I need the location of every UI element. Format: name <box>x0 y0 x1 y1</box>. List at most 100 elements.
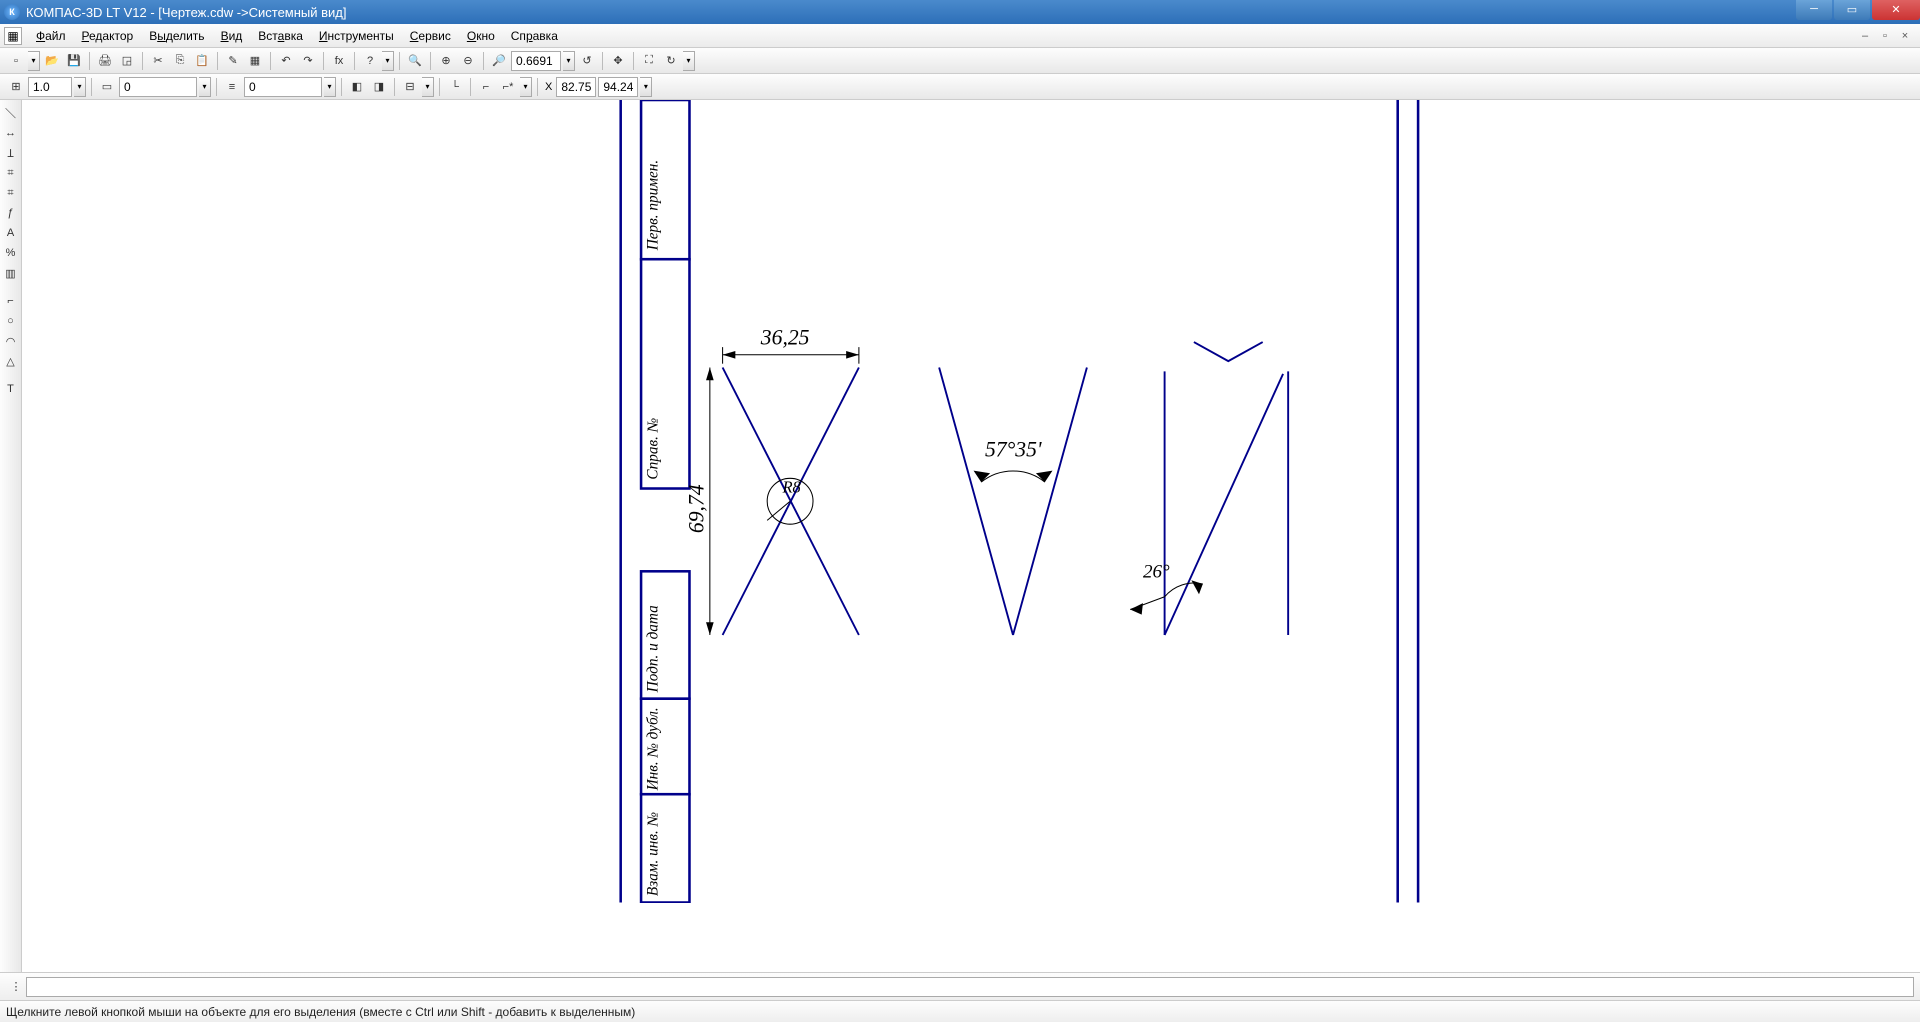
menu-select[interactable]: Выделить <box>141 26 212 46</box>
help-dropdown[interactable]: ▾ <box>382 51 394 71</box>
menu-file[interactable]: Файл <box>28 26 74 46</box>
dimensions-icon[interactable]: ↔ <box>2 124 20 142</box>
angle-1: 57°35' <box>985 438 1042 462</box>
snap-global-icon[interactable]: ⌐* <box>498 77 518 97</box>
text-tool-icon[interactable]: T <box>2 380 20 398</box>
menu-insert[interactable]: Вставка <box>250 26 311 46</box>
paste-icon[interactable]: 📋 <box>192 51 212 71</box>
document-icon[interactable]: ▦ <box>4 27 22 45</box>
grid-icon[interactable]: ⊟ <box>400 77 420 97</box>
workspace: ＼ ↔ Ʇ ⌗ ⌗ ƒ А % ▥ ⌐ ○ ◠ △ T Перв. примен… <box>0 100 1920 972</box>
cmd-handle-icon[interactable]: ⋮ <box>6 977 26 997</box>
step-icon[interactable]: ⊞ <box>6 77 26 97</box>
circle-tool-icon[interactable]: ○ <box>2 312 20 330</box>
layer-dropdown[interactable]: ▾ <box>324 77 336 97</box>
zoom-in-icon[interactable]: ⊕ <box>436 51 456 71</box>
coord-x-label: X <box>543 81 554 93</box>
color-icon[interactable]: ◧ <box>347 77 367 97</box>
open-icon[interactable]: 📂 <box>42 51 62 71</box>
redo-icon[interactable]: ↷ <box>298 51 318 71</box>
dim-width: 36,25 <box>760 326 810 350</box>
minimize-button[interactable]: ─ <box>1796 0 1832 20</box>
zoom-prev-icon[interactable]: ↺ <box>577 51 597 71</box>
geometry-icon[interactable]: ＼ <box>2 104 20 122</box>
measure-icon[interactable]: А <box>2 224 20 242</box>
new-doc-icon[interactable]: ▫ <box>6 51 26 71</box>
coord-y-input[interactable] <box>598 77 638 97</box>
menu-window[interactable]: Окно <box>459 26 503 46</box>
copy-icon[interactable]: ⎘ <box>170 51 190 71</box>
select-tool-icon[interactable]: % <box>2 244 20 262</box>
menubar: ▦ Файл Редактор Выделить Вид Вставка Инс… <box>0 24 1920 48</box>
maximize-button[interactable]: ▭ <box>1834 0 1870 20</box>
drawing-svg: Перв. примен. Справ. № Подп. и дата Инв.… <box>22 100 1920 903</box>
params-icon[interactable]: ƒ <box>2 204 20 222</box>
zoom-input[interactable] <box>511 51 561 71</box>
canvas[interactable]: Перв. примен. Справ. № Подп. и дата Инв.… <box>22 100 1920 972</box>
color2-icon[interactable]: ◨ <box>369 77 389 97</box>
cut-icon[interactable]: ✂ <box>148 51 168 71</box>
zoom-window-icon[interactable]: 🔍 <box>405 51 425 71</box>
edit-icon[interactable]: ⌗ <box>2 184 20 202</box>
step-dropdown[interactable]: ▾ <box>74 77 86 97</box>
dim-height: 69,74 <box>684 484 708 533</box>
stamp-1: Перв. примен. <box>645 160 662 251</box>
stamp-2: Справ. № <box>645 418 662 480</box>
state-input[interactable] <box>119 77 197 97</box>
snap-dropdown[interactable]: ▾ <box>520 77 532 97</box>
redraw-icon[interactable]: ↻ <box>661 51 681 71</box>
grid-dropdown[interactable]: ▾ <box>422 77 434 97</box>
statusbar: Щелкните левой кнопкой мыши на объекте д… <box>0 1000 1920 1022</box>
mdi-close-button[interactable]: × <box>1898 30 1912 42</box>
menu-view[interactable]: Вид <box>213 26 251 46</box>
zoom-out-icon[interactable]: ⊖ <box>458 51 478 71</box>
mdi-restore-button[interactable]: ▫ <box>1878 30 1892 42</box>
layer-icon[interactable]: ≡ <box>222 77 242 97</box>
designations-icon[interactable]: Ʇ <box>2 144 20 162</box>
preview-icon[interactable]: ◲ <box>117 51 137 71</box>
build-icon[interactable]: ⌗ <box>2 164 20 182</box>
toolbar-state: ⊞ ▾ ▭ ▾ ≡ ▾ ◧ ◨ ⊟ ▾ └ ⌐ ⌐* ▾ X ▾ <box>0 74 1920 100</box>
save-icon[interactable]: 💾 <box>64 51 84 71</box>
line-tool-icon[interactable]: ⌐ <box>2 292 20 310</box>
stamp-5: Взам. инв. № <box>645 812 662 896</box>
properties-icon[interactable]: ✎ <box>223 51 243 71</box>
pan-icon[interactable]: ✥ <box>608 51 628 71</box>
layer-input[interactable] <box>244 77 322 97</box>
stamp-4: Инв. № дубл. <box>645 707 662 791</box>
zoom-scale-icon[interactable]: 🔎 <box>489 51 509 71</box>
close-button[interactable]: ✕ <box>1872 0 1920 20</box>
state-icon[interactable]: ▭ <box>97 77 117 97</box>
app-icon: К <box>4 4 20 20</box>
command-input[interactable] <box>26 977 1914 997</box>
view-dropdown[interactable]: ▾ <box>683 51 695 71</box>
side-toolbar: ＼ ↔ Ʇ ⌗ ⌗ ƒ А % ▥ ⌐ ○ ◠ △ T <box>0 100 22 972</box>
print-icon[interactable]: 🖨 <box>95 51 115 71</box>
state-dropdown[interactable]: ▾ <box>199 77 211 97</box>
step-input[interactable] <box>28 77 72 97</box>
undo-icon[interactable]: ↶ <box>276 51 296 71</box>
menu-edit[interactable]: Редактор <box>74 26 142 46</box>
ortho-icon[interactable]: └ <box>445 77 465 97</box>
copy-props-icon[interactable]: ▦ <box>245 51 265 71</box>
stamp-3: Подп. и дата <box>645 605 662 693</box>
titlebar: К КОМПАС-3D LT V12 - [Чертеж.cdw ->Систе… <box>0 0 1920 24</box>
arc-tool-icon[interactable]: ◠ <box>2 332 20 350</box>
coord-dropdown[interactable]: ▾ <box>640 77 652 97</box>
window-controls: ─ ▭ ✕ <box>1796 0 1920 24</box>
menu-help[interactable]: Справка <box>503 26 566 46</box>
menu-tools[interactable]: Инструменты <box>311 26 402 46</box>
variables-icon[interactable]: fx <box>329 51 349 71</box>
spec-icon[interactable]: ▥ <box>2 264 20 282</box>
snap-local-icon[interactable]: ⌐ <box>476 77 496 97</box>
zoom-fit-icon[interactable]: ⛶ <box>639 51 659 71</box>
new-doc-dropdown[interactable]: ▾ <box>28 51 40 71</box>
help-context-icon[interactable]: ? <box>360 51 380 71</box>
menu-service[interactable]: Сервис <box>402 26 459 46</box>
angle-2: 26° <box>1143 562 1170 583</box>
mdi-minimize-button[interactable]: – <box>1858 30 1872 42</box>
zoom-dropdown[interactable]: ▾ <box>563 51 575 71</box>
poly-tool-icon[interactable]: △ <box>2 352 20 370</box>
command-bar: ⋮ <box>0 972 1920 1000</box>
coord-x-input[interactable] <box>556 77 596 97</box>
